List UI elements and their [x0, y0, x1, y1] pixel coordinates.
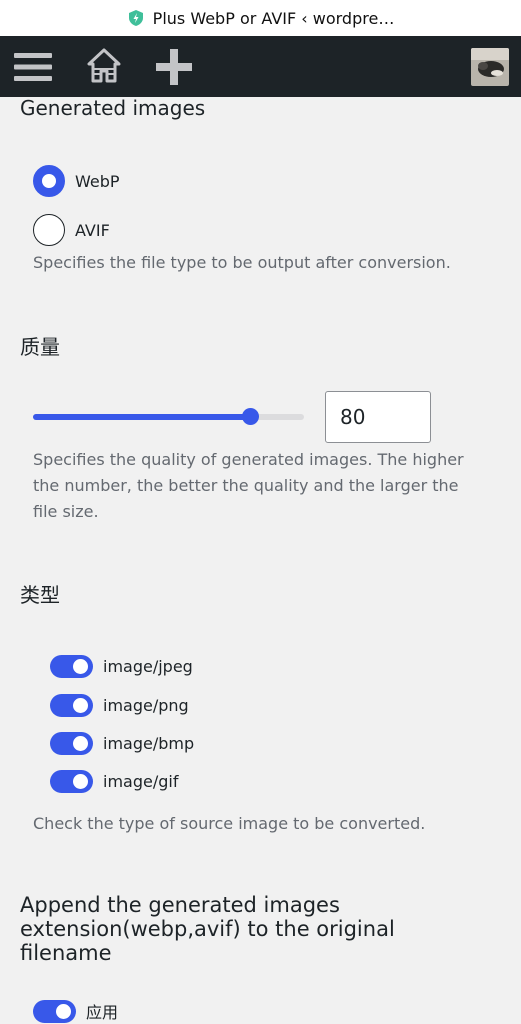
toggle-apply-label: 应用 — [86, 1003, 119, 1022]
user-avatar[interactable] — [471, 48, 509, 86]
radio-avif-label: AVIF — [75, 220, 110, 240]
toggle-row-gif[interactable]: image/gif — [50, 770, 178, 793]
admin-bar — [0, 36, 521, 97]
file-type-description: Specifies the file type to be output aft… — [33, 253, 451, 272]
types-title: 类型 — [20, 583, 60, 607]
home-button[interactable] — [86, 47, 122, 85]
quality-slider[interactable] — [33, 408, 304, 426]
hamburger-icon — [14, 53, 52, 81]
slider-fill — [33, 414, 250, 420]
generated-images-title: Generated images — [20, 96, 206, 120]
toggle-bmp[interactable] — [50, 732, 93, 755]
avatar-image — [471, 48, 509, 86]
slider-thumb[interactable] — [242, 408, 259, 425]
quality-description: Specifies the quality of generated image… — [33, 450, 464, 521]
toggle-bmp-label: image/bmp — [103, 734, 195, 753]
toggle-row-png[interactable]: image/png — [50, 694, 189, 717]
browser-url-bar[interactable]: Plus WebP or AVIF ‹ wordpre… — [0, 0, 521, 36]
toggle-jpeg-label: image/jpeg — [103, 657, 193, 676]
radio-webp[interactable]: WebP — [33, 165, 120, 197]
toggle-row-jpeg[interactable]: image/jpeg — [50, 655, 193, 678]
append-extension-title: Append the generated images extension(we… — [20, 893, 395, 965]
toggle-png-label: image/png — [103, 696, 189, 715]
quality-input[interactable] — [325, 391, 431, 443]
radio-avif-input[interactable] — [33, 214, 65, 246]
shield-icon — [128, 10, 143, 26]
toggle-png[interactable] — [50, 694, 93, 717]
toggle-row-bmp[interactable]: image/bmp — [50, 732, 194, 755]
radio-webp-label: WebP — [75, 171, 120, 191]
home-icon — [87, 48, 121, 83]
toggle-gif[interactable] — [50, 770, 93, 793]
types-description: Check the type of source image to be con… — [33, 814, 426, 833]
quality-title: 质量 — [20, 335, 60, 359]
radio-avif[interactable]: AVIF — [33, 214, 110, 246]
toggle-apply[interactable] — [33, 999, 76, 1023]
toggle-row-apply[interactable]: 应用 — [33, 999, 118, 1023]
plus-icon — [156, 49, 192, 85]
add-new-button[interactable] — [155, 48, 193, 86]
toggle-gif-label: image/gif — [103, 772, 179, 791]
url-text: Plus WebP or AVIF ‹ wordpre… — [152, 8, 395, 28]
menu-button[interactable] — [12, 48, 54, 86]
toggle-jpeg[interactable] — [50, 655, 93, 678]
radio-webp-input[interactable] — [33, 165, 65, 197]
